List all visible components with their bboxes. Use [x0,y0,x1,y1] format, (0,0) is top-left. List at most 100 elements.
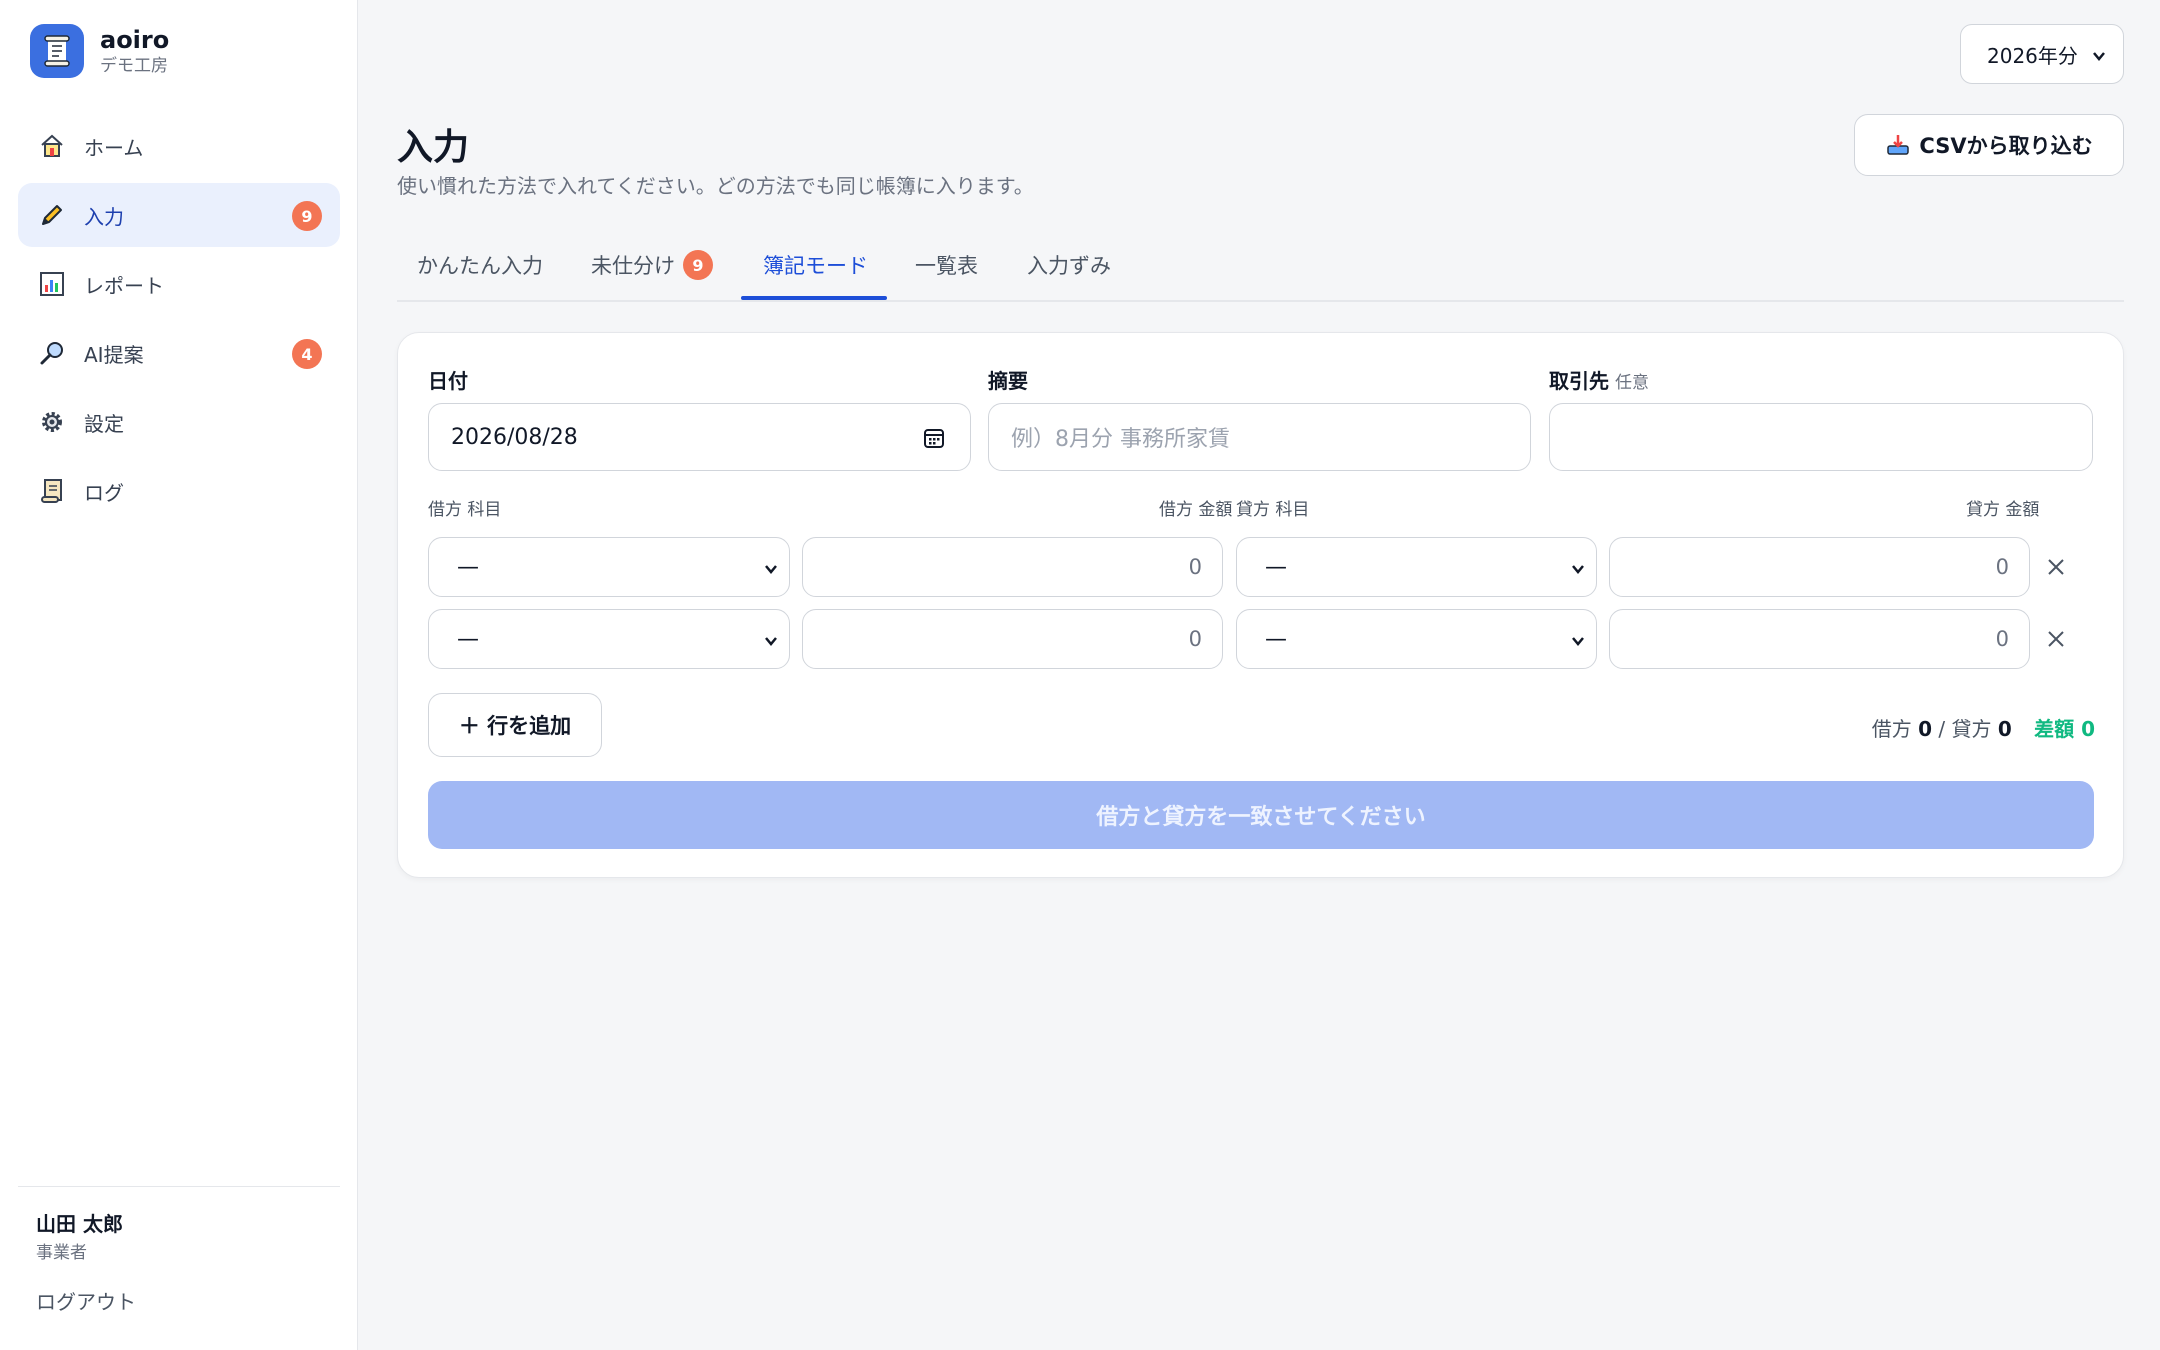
credit-amount-input[interactable]: 0 [1609,537,2030,597]
debit-account-value: — [457,626,479,652]
sidebar-item-ai-suggestions[interactable]: AI提案 4 [18,321,340,385]
sidebar-divider [18,1186,340,1187]
tab-unsorted[interactable]: 未仕分け 9 [591,244,713,302]
sidebar-item-home[interactable]: ホーム [18,114,340,178]
summary-input[interactable]: 例）8月分 事務所家賃 [988,403,1531,471]
sidebar-item-label: AI提案 [84,342,144,367]
page-title: 入力 [397,127,470,168]
totals-separator: / [1938,717,1946,741]
credit-account-value: — [1265,626,1287,652]
credit-account-select[interactable]: — [1236,609,1597,669]
credit-amount-value: 0 [1995,627,2009,651]
year-select[interactable]: 2026年分 [1960,24,2124,84]
tab-label: 未仕分け [591,254,675,278]
csv-import-label: CSVから取り込む [1919,134,2093,158]
close-icon [2048,559,2064,575]
tab-label: 入力ずみ [1027,254,1111,278]
sidebar-item-reports[interactable]: レポート [18,252,340,316]
journal-entry-card: 日付 2026/08/28 摘要 例）8月分 事務所家賃 取引先 任意 借方 科目… [397,332,2124,878]
sidebar-item-label: 設定 [84,411,124,436]
date-label: 日付 [428,369,468,393]
partner-label: 取引先 任意 [1549,365,1649,394]
brand: aoiro デモ工房 [30,24,169,78]
csv-import-button[interactable]: CSVから取り込む [1854,114,2124,176]
page-description: 使い慣れた方法で入れてください。どの方法でも同じ帳簿に入ります。 [397,174,1034,198]
sidebar-item-log[interactable]: ログ [18,459,340,523]
sidebar-item-label: ログ [84,480,124,505]
tab-list-view[interactable]: 一覧表 [915,244,978,302]
debit-amount-value: 0 [1188,555,1202,579]
close-icon [2048,631,2064,647]
logo-icon [30,24,84,78]
summary-placeholder: 例）8月分 事務所家賃 [1011,427,1230,452]
debit-account-select[interactable]: — [428,537,790,597]
debit-amount-header: 借方 金額 [1159,500,1233,520]
difference-label: 差額 [2034,717,2075,741]
add-row-button[interactable]: ＋ 行を追加 [428,693,602,757]
date-value: 2026/08/28 [451,424,578,450]
remove-row-button[interactable] [2041,624,2071,654]
house-icon [36,130,68,162]
sidebar-item-label: レポート [84,273,164,298]
chevron-down-icon [763,558,779,583]
totals-summary: 借方 0 / 貸方 0 差額 0 [1872,713,2095,742]
tab-easy-input[interactable]: かんたん入力 [417,244,543,302]
debit-total-value: 0 [1918,717,1932,741]
credit-total-value: 0 [1997,717,2012,741]
partner-label-text: 取引先 [1549,369,1609,393]
user-name: 山田 太郎 [36,1212,123,1236]
logout-link[interactable]: ログアウト [36,1286,136,1315]
sidebar: aoiro デモ工房 ホーム 入力 9 レポート AI提案 4 設定 ログ 山田… [0,0,358,1350]
tab-label: 一覧表 [915,254,978,278]
credit-account-select[interactable]: — [1236,537,1597,597]
notification-badge: 4 [292,339,322,369]
tab-bookkeeping-mode[interactable]: 簿記モード [763,244,868,302]
credit-amount-header: 貸方 金額 [1966,500,2040,520]
year-select-value: 2026年分 [1987,43,2078,68]
pencil-icon [36,199,68,231]
input-mode-tabs: かんたん入力 未仕分け 9 簿記モード 一覧表 入力ずみ [397,244,2124,302]
sidebar-item-settings[interactable]: 設定 [18,390,340,454]
add-row-label: ＋ 行を追加 [458,714,572,738]
chevron-down-icon [1570,630,1586,655]
calendar-icon[interactable] [922,426,946,456]
debit-account-select[interactable]: — [428,609,790,669]
chevron-down-icon [2091,45,2107,69]
bar-chart-icon [36,268,68,300]
sidebar-nav: ホーム 入力 9 レポート AI提案 4 設定 ログ [18,114,340,528]
gear-icon [36,406,68,438]
user-role: 事業者 [36,1243,87,1263]
sidebar-item-label: 入力 [84,204,124,229]
debit-account-header: 借方 科目 [428,500,502,520]
submit-label: 借方と貸方を一致させてください [1096,805,1426,830]
chevron-down-icon [763,630,779,655]
active-tab-indicator [741,296,887,300]
debit-total-label: 借方 [1871,717,1912,741]
difference: 差額 0 [2034,717,2095,741]
debit-account-value: — [457,554,479,580]
credit-amount-value: 0 [1995,555,2009,579]
date-field[interactable]: 2026/08/28 [428,403,971,471]
submit-button[interactable]: 借方と貸方を一致させてください [428,781,2094,849]
remove-row-button[interactable] [2041,552,2071,582]
credit-account-value: — [1265,554,1287,580]
partner-input[interactable] [1549,403,2093,471]
tab-label: かんたん入力 [417,254,543,278]
credit-total-label: 貸方 [1951,717,1992,741]
debit-amount-input[interactable]: 0 [802,609,1223,669]
credit-amount-input[interactable]: 0 [1609,609,2030,669]
sidebar-item-input[interactable]: 入力 9 [18,183,340,247]
chevron-down-icon [1570,558,1586,583]
difference-value: 0 [2081,717,2095,741]
brand-name: aoiro [100,26,170,54]
debit-amount-value: 0 [1188,627,1202,651]
notification-badge: 9 [292,201,322,231]
debit-amount-input[interactable]: 0 [802,537,1223,597]
sidebar-item-label: ホーム [84,135,144,160]
credit-account-header: 貸方 科目 [1236,500,1310,520]
brand-subtitle: デモ工房 [100,56,168,76]
summary-label: 摘要 [988,369,1028,393]
optional-tag: 任意 [1615,373,1649,393]
tab-label: 簿記モード [763,254,868,278]
tab-entered[interactable]: 入力ずみ [1027,244,1111,302]
